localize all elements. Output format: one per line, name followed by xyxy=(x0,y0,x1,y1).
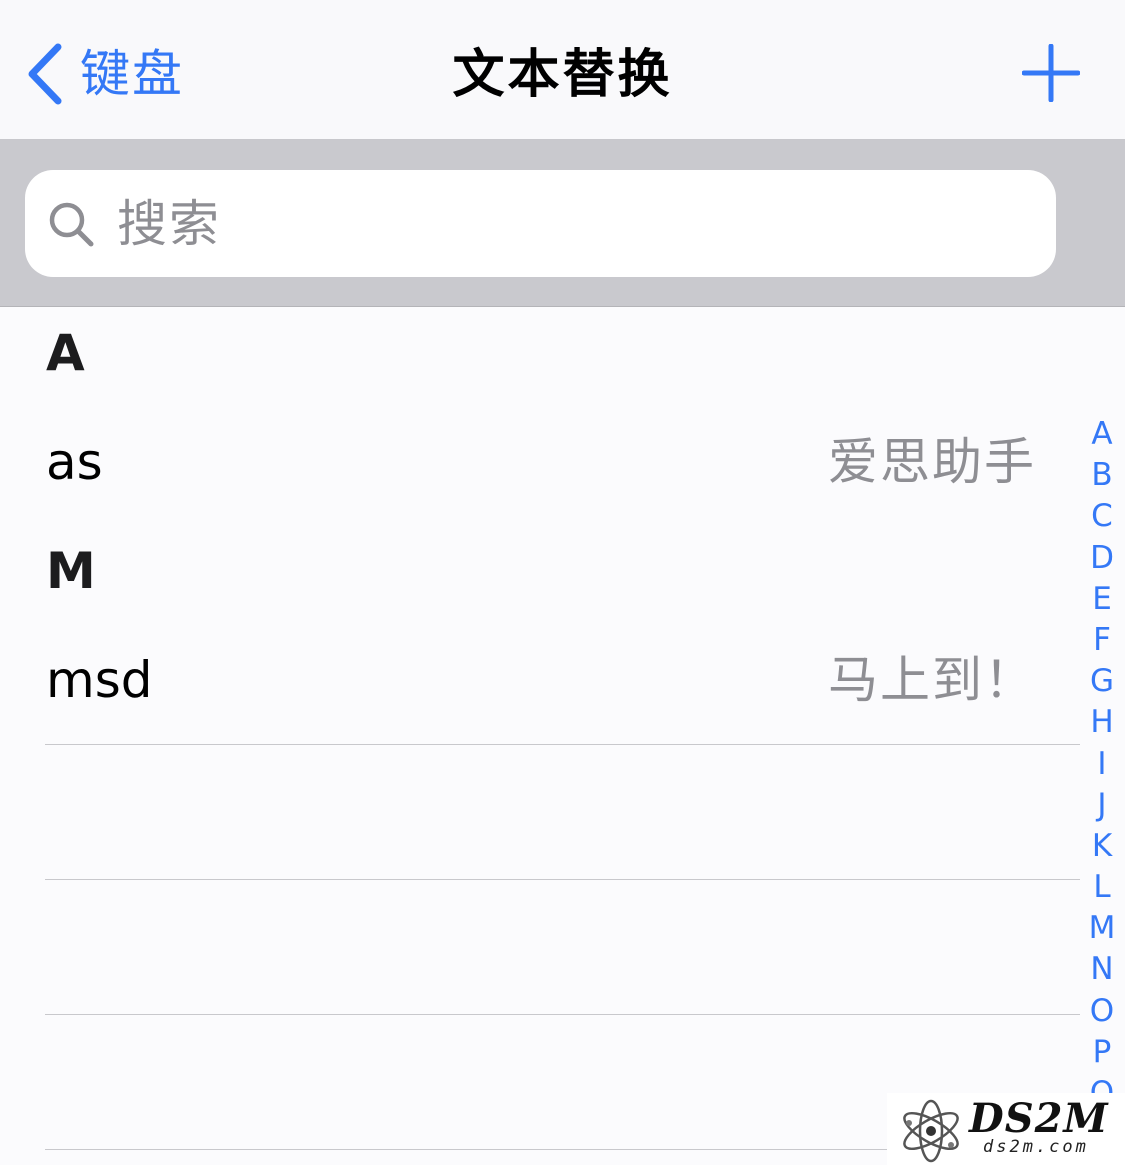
index-letter[interactable]: E xyxy=(1082,579,1122,620)
atom-logo-icon xyxy=(903,1099,959,1163)
index-letter[interactable]: O xyxy=(1082,991,1122,1032)
watermark: DS2M ds2m.com xyxy=(887,1093,1125,1165)
row-separator xyxy=(45,744,1080,745)
index-letter[interactable]: L xyxy=(1082,867,1122,908)
section-index[interactable]: A B C D E F G H I J K L M N O P Q xyxy=(1082,414,1122,1096)
section-header-a: A xyxy=(46,324,85,382)
index-letter[interactable]: I xyxy=(1082,744,1122,785)
index-letter[interactable]: G xyxy=(1082,661,1122,702)
search-bar-container xyxy=(0,140,1125,307)
row-separator xyxy=(45,1014,1080,1015)
index-letter[interactable]: F xyxy=(1082,620,1122,661)
index-letter[interactable]: C xyxy=(1082,496,1122,537)
watermark-title: DS2M xyxy=(969,1095,1109,1142)
index-letter[interactable]: J xyxy=(1082,785,1122,826)
row-separator xyxy=(45,879,1080,880)
index-letter[interactable]: K xyxy=(1082,826,1122,867)
row-phrase: 爱思助手 xyxy=(828,433,1036,491)
navigation-bar: 键盘 文本替换 xyxy=(0,0,1125,140)
index-letter[interactable]: N xyxy=(1082,949,1122,990)
section-header-m: M xyxy=(46,542,96,600)
index-letter[interactable]: B xyxy=(1082,455,1122,496)
search-input[interactable] xyxy=(115,182,1019,265)
add-button[interactable] xyxy=(1021,43,1081,103)
index-letter[interactable]: M xyxy=(1082,908,1122,949)
watermark-subtitle: ds2m.com xyxy=(983,1137,1089,1157)
index-letter[interactable]: D xyxy=(1082,538,1122,579)
search-icon xyxy=(49,202,94,246)
search-field[interactable] xyxy=(25,170,1056,277)
row-phrase: 马上到！ xyxy=(828,651,1036,709)
text-replacement-screen: 键盘 文本替换 A as 爱思助手 M msd 马上到！ xyxy=(0,0,1125,1165)
index-letter[interactable]: P xyxy=(1082,1032,1122,1073)
index-letter[interactable]: A xyxy=(1082,414,1122,455)
row-shortcut: as xyxy=(46,433,103,491)
plus-icon xyxy=(1021,43,1081,103)
list-item[interactable]: as 爱思助手 xyxy=(0,412,1080,512)
index-letter[interactable]: H xyxy=(1082,702,1122,743)
page-title: 文本替换 xyxy=(452,45,673,105)
row-shortcut: msd xyxy=(46,651,153,709)
list-item[interactable]: msd 马上到！ xyxy=(0,630,1080,730)
